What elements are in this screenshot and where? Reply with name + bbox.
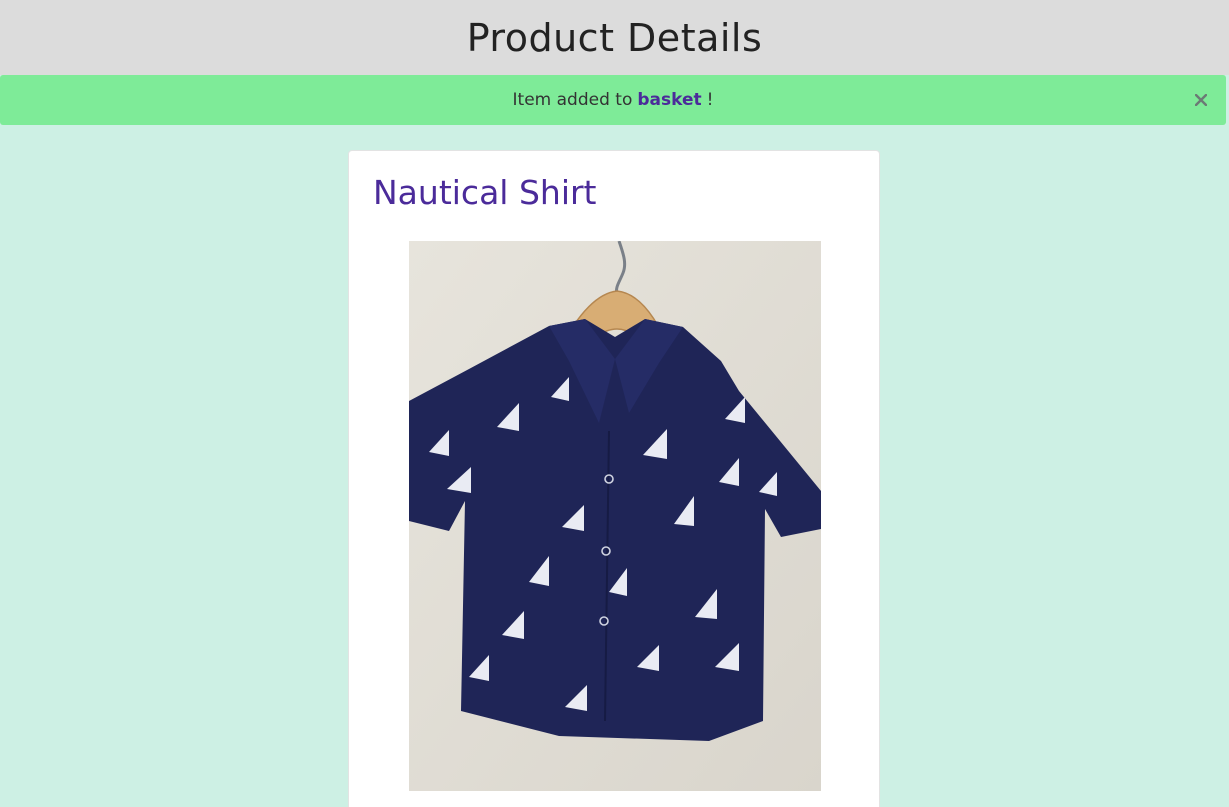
alert-message: Item added to basket ! [513, 90, 714, 110]
close-icon [1195, 94, 1207, 106]
basket-link[interactable]: basket [637, 90, 701, 110]
alert-prefix: Item added to [512, 90, 633, 110]
alert-suffix: ! [706, 90, 714, 110]
product-card: Nautical Shirt [348, 150, 880, 807]
product-name: Nautical Shirt [373, 173, 597, 212]
shirt-illustration [409, 241, 821, 791]
page-header: Product Details [0, 0, 1229, 75]
page-title: Product Details [466, 15, 763, 60]
alert-close-button[interactable] [1190, 89, 1212, 111]
success-alert: Item added to basket ! [0, 75, 1226, 125]
page: Product Details Item added to basket ! N… [0, 0, 1229, 807]
product-photo[interactable] [409, 241, 821, 791]
